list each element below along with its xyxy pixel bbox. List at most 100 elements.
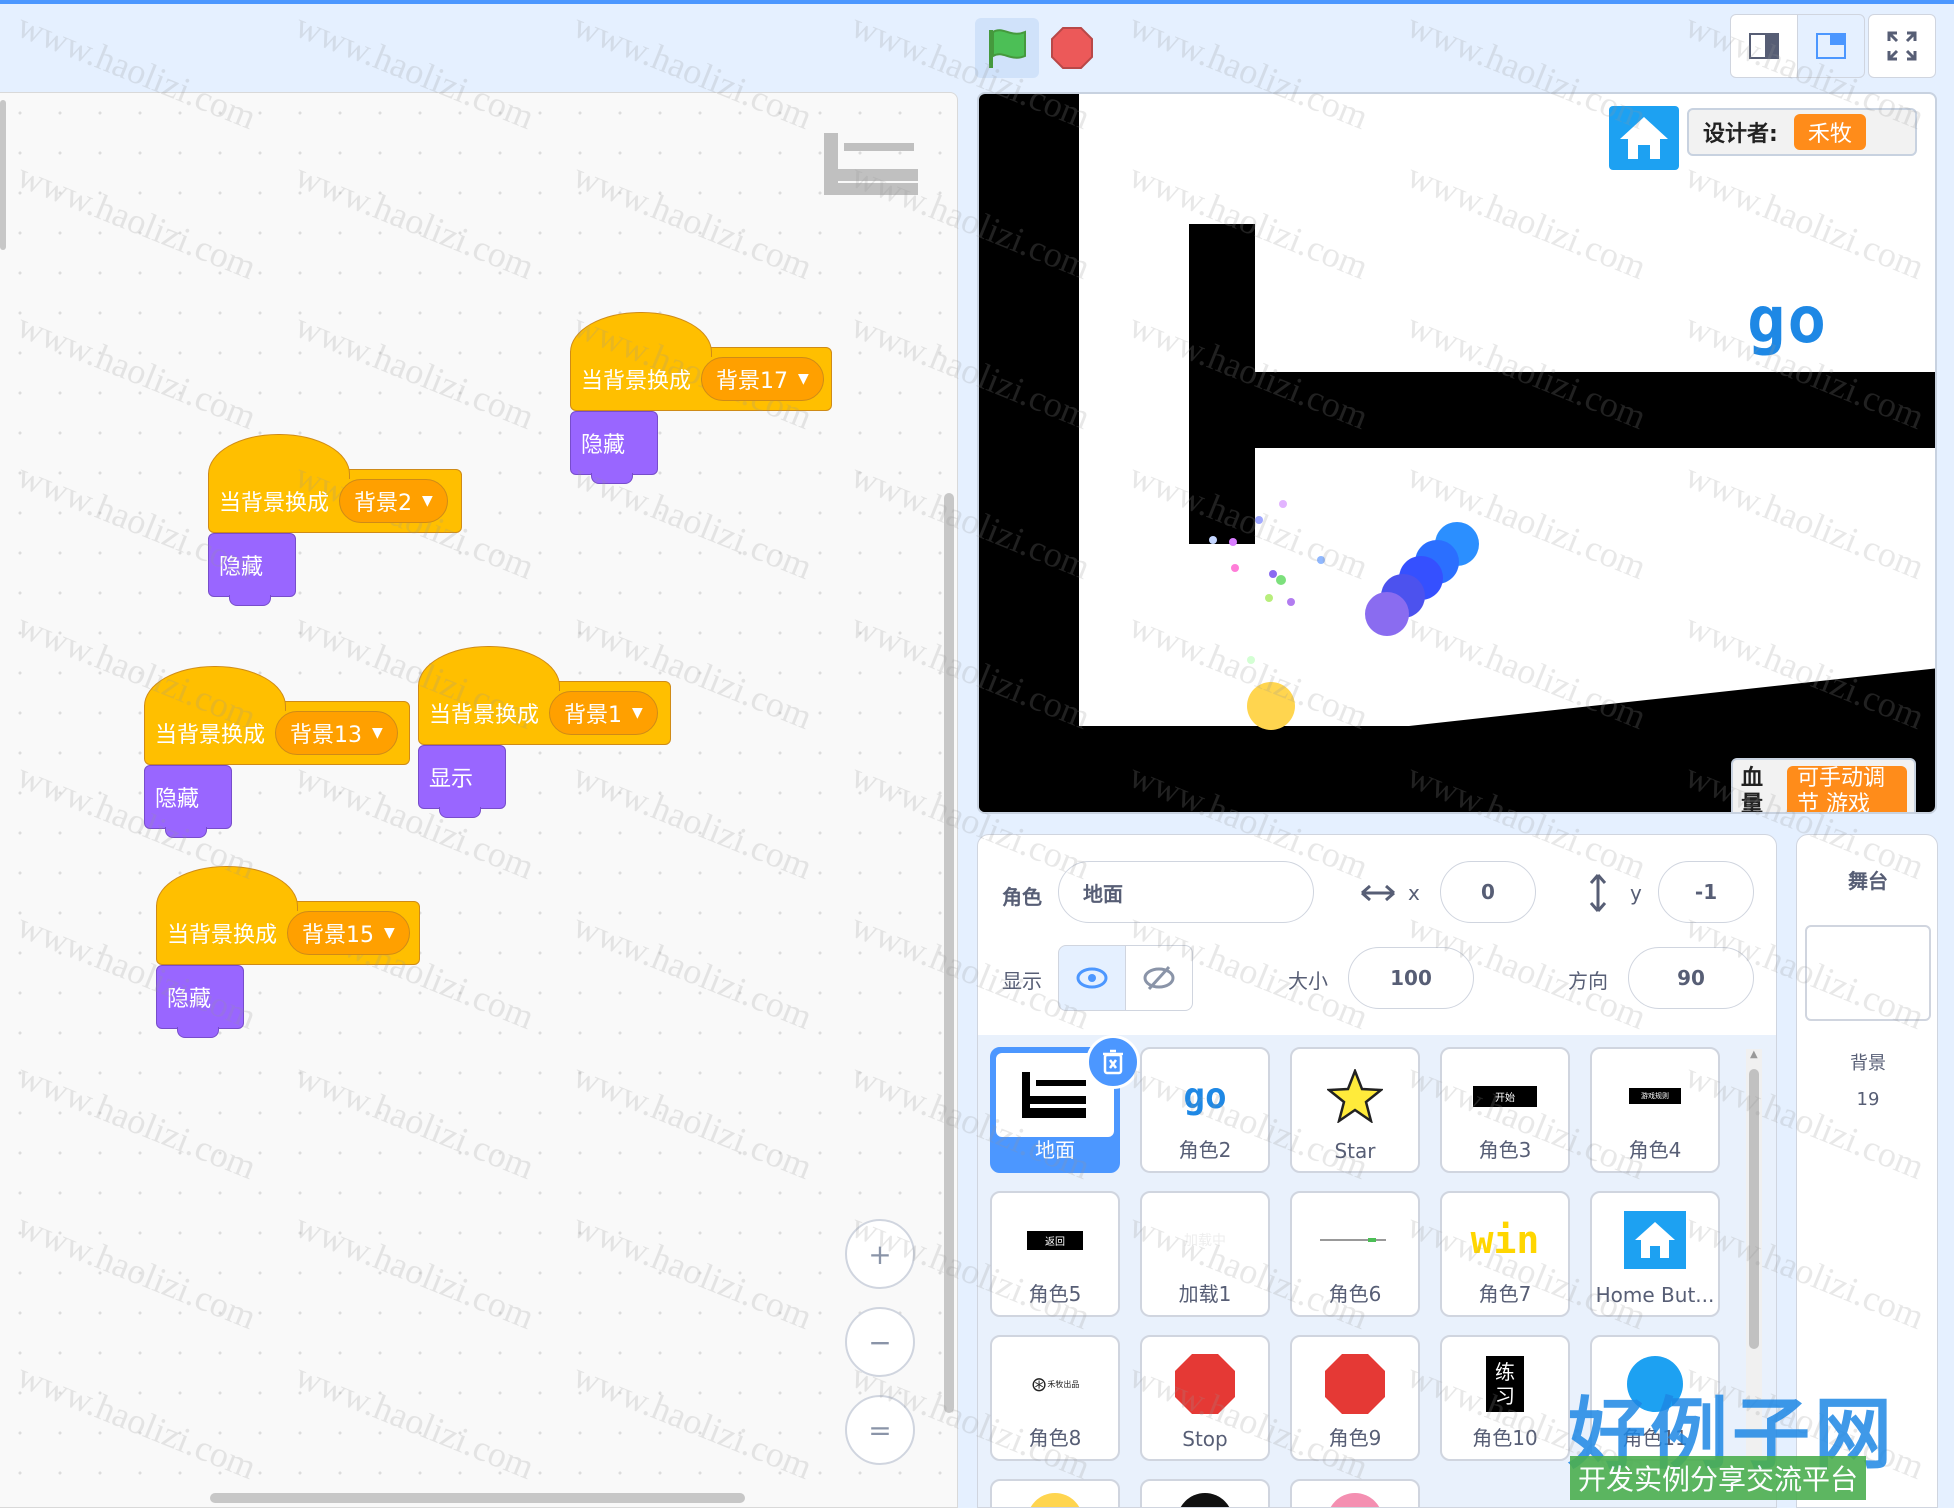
dropdown-arrow-icon: ▼	[632, 705, 643, 721]
sprite-thumb: 返回	[992, 1205, 1118, 1275]
size-input[interactable]: 100	[1348, 947, 1474, 1009]
line-thumb-icon	[1320, 1238, 1386, 1242]
sprite-ghost-icon	[824, 133, 918, 195]
y-label: y	[1630, 881, 1642, 905]
horizontal-arrows-icon	[1361, 884, 1395, 902]
sprite-tile[interactable]: Home But...	[1590, 1191, 1720, 1317]
green-flag-button[interactable]	[975, 18, 1039, 78]
when-backdrop-switches-hat[interactable]: 当背景换成 背景1 ▼	[417, 646, 671, 745]
sprite-name: Star	[1334, 1139, 1376, 1163]
when-backdrop-switches-hat[interactable]: 当背景换成 背景13 ▼	[143, 666, 410, 765]
zoom-in-button[interactable]: +	[845, 1219, 915, 1289]
hat-label: 当背景换成	[219, 491, 330, 516]
sprite-name: 角色8	[1028, 1426, 1082, 1450]
player-snake	[1365, 522, 1479, 636]
sprite-tile[interactable]: Star	[1290, 1047, 1420, 1173]
backdrop-dropdown[interactable]: 背景15 ▼	[287, 911, 410, 955]
sprite-tile[interactable]: win 角色7	[1440, 1191, 1570, 1317]
small-stage-button[interactable]	[1730, 14, 1798, 78]
thumb-text: 加载中	[1184, 1233, 1226, 1249]
sprite-tile-partial[interactable]	[1140, 1479, 1270, 1507]
hp-label: 血量	[1741, 766, 1764, 814]
y-input[interactable]: -1	[1658, 861, 1754, 923]
sprite-name: Stop	[1182, 1427, 1228, 1451]
designer-panel: 设计者: 禾牧	[1687, 108, 1917, 156]
dropdown-arrow-icon: ▼	[384, 925, 395, 941]
sprite-name-input[interactable]: 地面	[1058, 861, 1314, 923]
sprite-tile[interactable]: 返回角色5	[990, 1191, 1120, 1317]
sprite-thumb: win	[1442, 1205, 1568, 1275]
when-backdrop-switches-hat[interactable]: 当背景换成 背景2 ▼	[207, 434, 462, 533]
sprite-thumb: 游戏规则	[1592, 1061, 1718, 1131]
backdrops-count: 19	[1856, 1089, 1880, 1110]
stage-thumbnail[interactable]	[1805, 925, 1931, 1021]
home-button[interactable]	[1609, 106, 1679, 170]
hide-block[interactable]: 隐藏	[156, 965, 244, 1038]
scroll-up-icon: ▲	[1750, 1049, 1758, 1060]
hide-sprite-button[interactable]	[1125, 945, 1193, 1011]
home-icon	[1620, 117, 1668, 159]
normal-stage-button[interactable]	[1797, 14, 1865, 78]
zoom-reset-button[interactable]: =	[845, 1395, 915, 1465]
when-backdrop-switches-hat[interactable]: 当背景换成 背景17 ▼	[569, 312, 832, 411]
stop-button[interactable]	[1048, 22, 1096, 74]
eye-slash-icon	[1143, 965, 1175, 991]
sprite-tile-partial[interactable]	[1290, 1479, 1420, 1507]
show-block[interactable]: 显示	[418, 745, 506, 818]
backdrop-dropdown[interactable]: 背景2 ▼	[339, 479, 448, 523]
fullscreen-icon	[1887, 31, 1917, 61]
backdrop-value: 背景2	[354, 491, 413, 516]
backdrop-value: 背景17	[716, 369, 789, 394]
show-sprite-button[interactable]	[1058, 945, 1126, 1011]
thumb-text: 练习	[1486, 1356, 1524, 1412]
scroll-thumb[interactable]	[1749, 1069, 1759, 1349]
sprite-tile[interactable]: 练习 角色10	[1440, 1335, 1570, 1461]
stage-title: 舞台	[1848, 869, 1888, 893]
sprite-tile[interactable]: 角色9	[1290, 1335, 1420, 1461]
hp-panel: 血量 可手动调节 游戏	[1731, 758, 1916, 814]
backdrop-dropdown[interactable]: 背景1 ▼	[549, 691, 658, 735]
stage-canvas[interactable]: go 设计者: 禾牧 血量 可手动调节 游戏	[977, 92, 1937, 814]
hide-block[interactable]: 隐藏	[570, 411, 658, 484]
sprite-tile[interactable]: go 角色2	[1140, 1047, 1270, 1173]
horizontal-scrollbar[interactable]	[210, 1493, 745, 1503]
go-label[interactable]: go	[1747, 284, 1828, 358]
thumb-text: win	[1470, 1218, 1540, 1262]
sprite-tile[interactable]: 角色6	[1290, 1191, 1420, 1317]
zoom-out-icon: −	[868, 1325, 892, 1359]
backdrop-dropdown[interactable]: 背景13 ▼	[275, 711, 398, 755]
thumb-text: 禾牧出品	[1047, 1379, 1080, 1389]
sprite-tile-partial[interactable]	[990, 1479, 1120, 1507]
sprite-name: 角色2	[1178, 1138, 1232, 1162]
sprite-thumb: go	[1142, 1061, 1268, 1131]
size-label: 大小	[1288, 969, 1328, 993]
vertical-scrollbar[interactable]	[944, 493, 954, 1413]
script-area[interactable]: 当背景换成 背景17 ▼ 隐藏 当背景换成 背景2 ▼ 隐藏 当背景换成 背景13 ▼…	[0, 92, 958, 1508]
sprite-tile[interactable]: 开始 角色3	[1440, 1047, 1570, 1173]
sprite-tile[interactable]: 加载中 加载1	[1140, 1191, 1270, 1317]
top-accent-bar	[0, 0, 1954, 4]
when-backdrop-switches-hat[interactable]: 当背景换成 背景15 ▼	[155, 866, 420, 965]
sprite-tile[interactable]: Stop	[1140, 1335, 1270, 1461]
direction-input[interactable]: 90	[1628, 947, 1754, 1009]
zoom-out-button[interactable]: −	[845, 1307, 915, 1377]
dropdown-arrow-icon: ▼	[798, 371, 809, 387]
sprite-tile[interactable]: 游戏规则 角色4	[1590, 1047, 1720, 1173]
sprite-name: 地面	[1035, 1138, 1075, 1162]
sprite-tile[interactable]: ⊛ 禾牧出品 角色8	[990, 1335, 1120, 1461]
left-scrollbar[interactable]	[0, 100, 6, 250]
delete-sprite-button[interactable]	[1086, 1035, 1140, 1089]
backdrop-dropdown[interactable]: 背景17 ▼	[701, 357, 824, 401]
backdrop-value: 背景1	[564, 703, 623, 728]
fullscreen-button[interactable]	[1868, 14, 1936, 78]
ground-thumb-icon	[1022, 1072, 1086, 1118]
hat-label: 当背景换成	[429, 703, 540, 728]
hide-block[interactable]: 隐藏	[208, 533, 296, 606]
hide-block[interactable]: 隐藏	[144, 765, 232, 838]
x-input[interactable]: 0	[1440, 861, 1536, 923]
designer-label: 设计者:	[1703, 122, 1778, 147]
small-stage-icon	[1749, 33, 1779, 59]
home-thumb-icon	[1624, 1211, 1686, 1269]
sprite-name: 角色5	[1028, 1282, 1082, 1306]
trash-icon	[1103, 1049, 1123, 1075]
